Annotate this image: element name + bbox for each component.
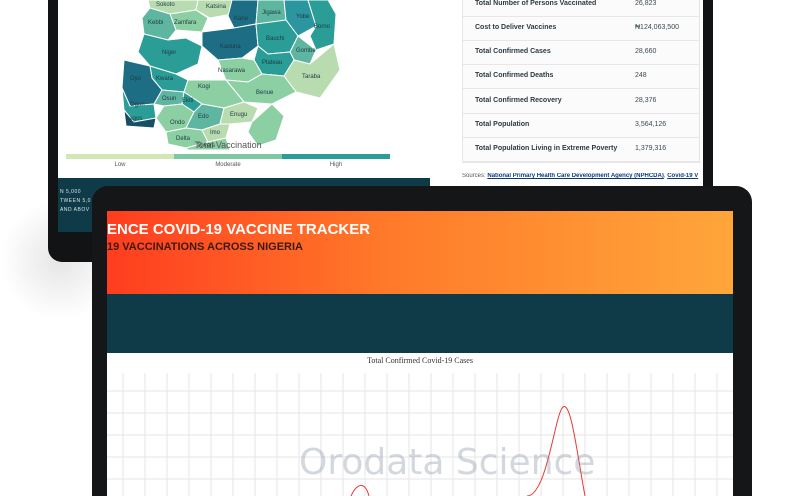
map-label-borno: Borno	[314, 24, 331, 30]
nigeria-map[interactable]: Sokoto Zamfara Katsina Kano Jigawa Yobe …	[58, 0, 438, 150]
map-label-sokoto: Sokoto	[156, 2, 175, 8]
map-label-nasarawa: Nasarawa	[218, 68, 246, 74]
cases-series-line-2	[350, 485, 370, 496]
stat-value: 26,823	[635, 0, 657, 7]
stat-row: Total Population Living in Extreme Pover…	[463, 137, 699, 162]
map-label-kebbi: Kebbi	[148, 20, 163, 26]
legend-high-label: High	[329, 162, 343, 168]
vaccination-map-panel: Sokoto Zamfara Katsina Kano Jigawa Yobe …	[58, 0, 438, 180]
stat-value: 3,564,126	[635, 121, 667, 128]
stat-row: Cost to Deliver Vaccines ₦124,063,500	[463, 16, 699, 41]
stat-value: ₦124,063,500	[635, 24, 679, 31]
map-label-imo: Imo	[210, 130, 221, 136]
watermark-logo: Orodata Science	[299, 442, 596, 483]
stat-label: Total Confirmed Cases	[475, 48, 551, 55]
map-footer-text: N 5,000 TWEEN 5,0 AND ABOV	[60, 189, 91, 213]
stat-label: Total Confirmed Recovery	[475, 97, 562, 104]
map-legend-labels: Low Moderate High	[66, 162, 390, 168]
map-label-kwara: Kwara	[156, 76, 174, 82]
source-link-nphcda[interactable]: National Primary Health Care Development…	[487, 173, 664, 179]
laptop-screen: ENCE COVID-19 VACCINE TRACKER 19 VACCINA…	[107, 211, 733, 496]
map-label-kogi: Kogi	[198, 84, 210, 90]
map-label-edo: Edo	[198, 114, 209, 120]
legend-high-swatch	[282, 154, 390, 159]
map-caption: Total Vaccination	[194, 140, 262, 150]
sources-line: Sources: National Primary Health Care De…	[462, 173, 699, 179]
stat-row: Total Number of Persons Vaccinated 26,82…	[463, 0, 699, 17]
map-label-kano: Kano	[234, 16, 249, 22]
map-label-osun: Osun	[162, 96, 176, 102]
legend-moderate-swatch	[174, 154, 282, 159]
stat-label: Total Population	[475, 121, 530, 128]
map-label-plateau: Plateau	[262, 60, 282, 66]
map-label-zamfara: Zamfara	[174, 20, 197, 26]
sources-prefix: Sources:	[462, 173, 486, 179]
map-label-kaduna: Kaduna	[220, 44, 241, 50]
source-link-covid19[interactable]: Covid-19 V	[667, 173, 698, 179]
stat-value: 248	[635, 72, 647, 79]
map-label-katsina: Katsina	[206, 4, 227, 10]
map-label-taraba: Taraba	[302, 74, 321, 80]
stat-label: Total Number of Persons Vaccinated	[475, 0, 597, 7]
tracker-hero-banner: ENCE COVID-19 VACCINE TRACKER 19 VACCINA…	[107, 211, 733, 294]
stat-label: Total Population Living in Extreme Pover…	[475, 145, 618, 152]
stat-row: Total Confirmed Deaths 248	[463, 64, 699, 89]
map-label-ekiti: Ekiti	[182, 98, 193, 104]
stats-table: Total Number of Persons Vaccinated 26,82…	[462, 0, 700, 163]
map-label-ogun: Ogun	[130, 102, 145, 108]
stat-label: Cost to Deliver Vaccines	[475, 24, 557, 31]
map-label-benue: Benue	[256, 90, 274, 96]
legend-moderate-label: Moderate	[215, 162, 241, 168]
tracker-subtitle: 19 VACCINATIONS ACROSS NIGERIA	[107, 241, 303, 253]
stat-value: 28,660	[635, 48, 657, 55]
stat-label: Total Confirmed Deaths	[475, 72, 554, 79]
tracker-title: ENCE COVID-19 VACCINE TRACKER	[107, 221, 371, 238]
stat-row: Total Confirmed Recovery 28,376	[463, 89, 699, 114]
map-label-oyo: Oyo	[130, 76, 142, 82]
stat-row: Total Confirmed Cases 28,660	[463, 40, 699, 65]
map-label-jigawa: Jigawa	[262, 10, 281, 16]
map-label-enugu: Enugu	[230, 112, 247, 118]
map-label-lagos: Lagos	[126, 116, 142, 122]
map-state-kaduna	[201, 23, 259, 61]
map-label-yobe: Yobe	[296, 14, 310, 20]
map-label-niger: Niger	[162, 50, 176, 56]
map-legend-bar	[66, 154, 390, 159]
front-laptop: ENCE COVID-19 VACCINE TRACKER 19 VACCINA…	[92, 186, 752, 496]
stat-value: 28,376	[635, 97, 657, 104]
map-label-gombe: Gombe	[296, 48, 316, 54]
map-label-bauchi: Bauchi	[266, 36, 284, 42]
legend-low-swatch	[66, 154, 174, 159]
stat-value: 1,379,316	[635, 145, 667, 152]
tracker-nav-band	[107, 294, 733, 353]
map-state-kano	[227, 0, 259, 29]
stat-row: Total Population 3,564,126	[463, 113, 699, 138]
cases-chart-panel: Total Confirmed Covid-19 Cases Orodata S…	[107, 353, 733, 496]
legend-low-label: Low	[114, 162, 126, 168]
map-label-ondo: Ondo	[170, 120, 185, 126]
chart-title: Total Confirmed Covid-19 Cases	[367, 356, 473, 365]
